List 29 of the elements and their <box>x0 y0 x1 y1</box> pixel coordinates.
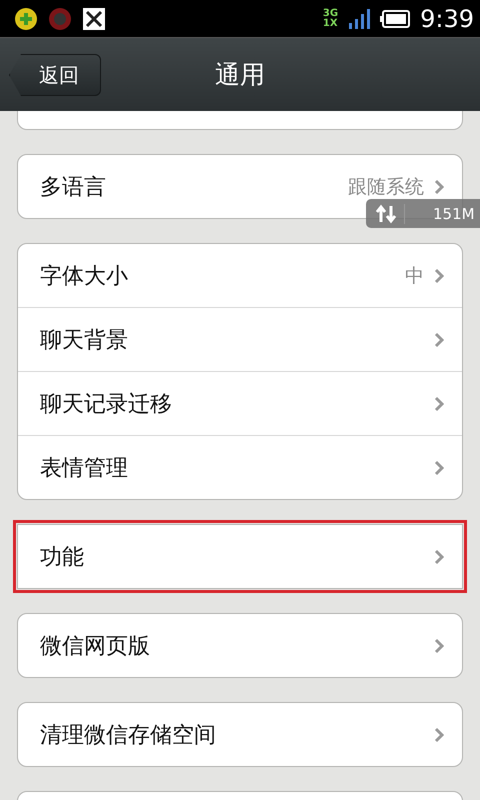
setting-label[interactable]: 功能 <box>40 542 434 572</box>
swap-arrows-icon <box>374 204 398 224</box>
chevron-right-icon <box>434 548 444 564</box>
setting-label[interactable]: 字体大小 <box>40 260 405 290</box>
chevron-right-icon <box>434 268 444 284</box>
setting-label[interactable]: 表情管理 <box>40 452 434 482</box>
page-title: 通用 <box>215 59 265 91</box>
chevron-right-icon <box>434 460 444 476</box>
memory-text: 151M <box>433 204 475 222</box>
setting-label[interactable]: 聊天记录迁移 <box>40 388 434 418</box>
setting-label[interactable]: 清理微信存储空间 <box>40 720 434 750</box>
plus-badge-icon <box>14 6 38 30</box>
signal-icon <box>348 8 370 28</box>
chevron-right-icon <box>434 396 444 412</box>
network-type: 1X <box>322 18 338 28</box>
setting-label[interactable]: 多语言 <box>40 172 348 202</box>
chevron-right-icon <box>434 332 444 348</box>
back-button[interactable]: 返回 <box>9 54 101 96</box>
setting-value: 中 <box>405 264 424 288</box>
setting-label[interactable]: 微信网页版 <box>40 630 434 660</box>
battery-icon <box>380 10 410 28</box>
chevron-right-icon <box>434 726 444 742</box>
chevron-right-icon <box>434 178 444 194</box>
clock: 9:39 <box>420 4 474 32</box>
setting-value: 跟随系统 <box>348 174 424 200</box>
chevron-right-icon <box>434 638 444 654</box>
network-type: 3G <box>322 8 338 18</box>
setting-label[interactable]: 聊天背景 <box>40 324 434 354</box>
memory-widget[interactable]: 151M <box>366 199 480 228</box>
